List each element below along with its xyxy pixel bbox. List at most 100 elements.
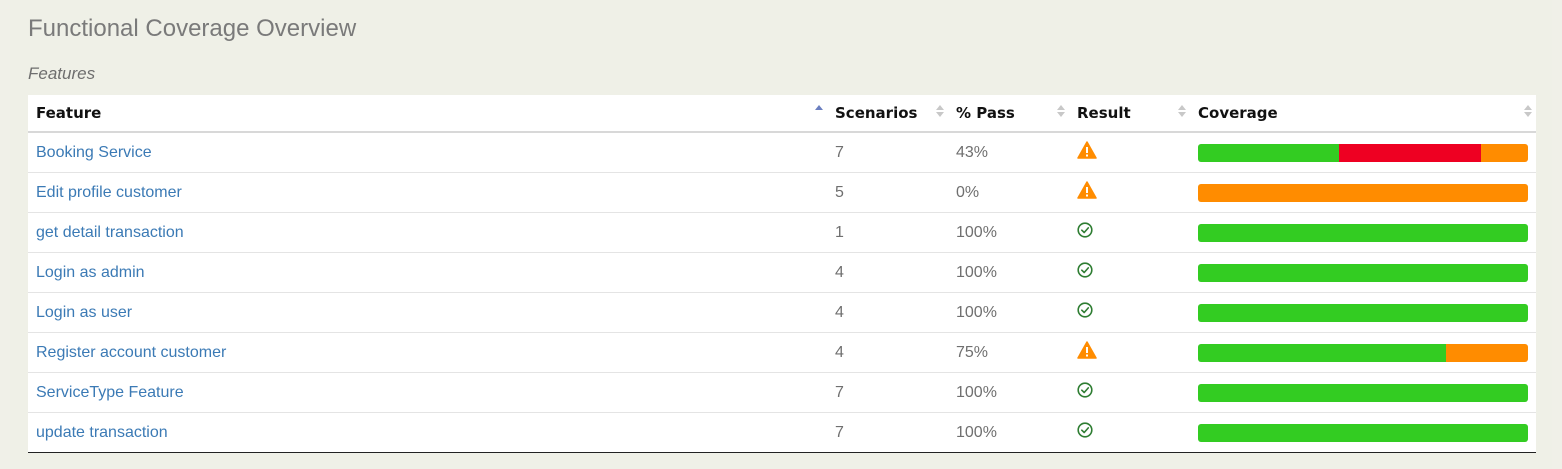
table-body: Booking Service 7 43% Edit profile customer… (28, 132, 1536, 452)
feature-link[interactable]: Login as admin (36, 264, 145, 281)
coverage-cell (1190, 212, 1536, 253)
check-circle-icon (1077, 222, 1093, 238)
feature-link[interactable]: Login as user (36, 304, 132, 321)
pass-percent-cell: 100% (948, 372, 1069, 413)
column-header-feature[interactable]: Feature (28, 95, 827, 133)
coverage-passed-segment (1198, 223, 1528, 242)
feature-cell: ServiceType Feature (28, 372, 827, 413)
feature-link[interactable]: update transaction (36, 424, 168, 441)
table-row: get detail transaction 1 100% (28, 212, 1536, 253)
scenarios-cell: 4 (827, 252, 948, 293)
feature-cell: Login as user (28, 292, 827, 333)
table-header-row: Feature Scenarios % Pass Result Coverage (28, 95, 1536, 133)
warning-icon (1077, 181, 1097, 199)
coverage-passed-segment (1198, 303, 1528, 322)
pass-percent-cell: 100% (948, 412, 1069, 452)
sort-icon[interactable] (1057, 105, 1065, 121)
coverage-pending-segment (1480, 143, 1528, 162)
coverage-cell (1190, 412, 1536, 452)
coverage-pending-segment (1445, 343, 1528, 362)
feature-link[interactable]: get detail transaction (36, 224, 184, 241)
feature-cell: Login as admin (28, 252, 827, 293)
table-row: Register account customer 4 75% (28, 332, 1536, 373)
coverage-bar (1198, 143, 1528, 162)
coverage-bar (1198, 383, 1528, 402)
coverage-cell (1190, 292, 1536, 333)
coverage-bar (1198, 223, 1528, 242)
table-row: update transaction 7 100% (28, 412, 1536, 452)
result-cell (1069, 412, 1190, 452)
coverage-bar (1198, 183, 1528, 202)
column-header-label: Scenarios (835, 104, 918, 122)
check-circle-icon (1077, 302, 1093, 318)
coverage-pending-segment (1198, 183, 1528, 202)
coverage-bar (1198, 303, 1528, 322)
pass-percent-cell: 75% (948, 332, 1069, 373)
pass-percent-cell: 43% (956, 143, 989, 161)
table-row: Login as admin 4 100% (28, 252, 1536, 293)
coverage-passed-segment (1198, 263, 1528, 282)
feature-link[interactable]: Register account customer (36, 344, 226, 361)
warning-icon (1077, 141, 1097, 159)
scenarios-cell: 1 (827, 212, 948, 253)
coverage-bar (1198, 263, 1528, 282)
coverage-cell (1190, 332, 1536, 373)
sort-ascending-icon[interactable] (815, 105, 823, 121)
check-circle-icon (1077, 262, 1093, 278)
table-row: Edit profile customer 5 0% (28, 172, 1536, 213)
scenarios-cell: 4 (827, 332, 948, 373)
feature-link[interactable]: Booking Service (36, 144, 152, 161)
coverage-passed-segment (1198, 383, 1528, 402)
coverage-failed-segment (1339, 143, 1481, 162)
column-header-result[interactable]: Result (1069, 95, 1190, 133)
section-title: Features (28, 64, 96, 83)
result-cell (1069, 172, 1190, 213)
feature-link[interactable]: ServiceType Feature (36, 384, 184, 401)
result-cell (1069, 292, 1190, 333)
coverage-bar (1198, 423, 1528, 442)
coverage-cell (1190, 252, 1536, 293)
coverage-passed-segment (1198, 343, 1446, 362)
pass-percent-cell: 100% (948, 212, 1069, 253)
result-cell (1069, 132, 1190, 173)
scenarios-cell: 7 (835, 143, 844, 161)
check-circle-icon (1077, 422, 1093, 438)
table-row: Login as user 4 100% (28, 292, 1536, 333)
page-title: Functional Coverage Overview (28, 15, 357, 42)
coverage-cell (1190, 132, 1536, 173)
coverage-passed-segment (1198, 143, 1340, 162)
coverage-bar (1198, 343, 1528, 362)
result-cell (1069, 372, 1190, 413)
coverage-cell (1190, 372, 1536, 413)
feature-cell: Edit profile customer (28, 172, 827, 213)
coverage-cell (1190, 172, 1536, 213)
column-header-pass[interactable]: % Pass (948, 95, 1069, 133)
column-header-label: Coverage (1198, 104, 1278, 122)
feature-cell: get detail transaction (28, 212, 827, 253)
check-circle-icon (1077, 382, 1093, 398)
coverage-passed-segment (1198, 423, 1528, 442)
sort-icon[interactable] (1524, 105, 1532, 121)
warning-icon (1077, 341, 1097, 359)
column-header-label: Result (1077, 104, 1131, 122)
sort-icon[interactable] (1178, 105, 1186, 121)
feature-cell: Booking Service (28, 132, 827, 173)
column-header-label: Feature (36, 104, 102, 122)
column-header-scenarios[interactable]: Scenarios (827, 95, 948, 133)
result-cell (1069, 212, 1190, 253)
result-cell (1069, 252, 1190, 293)
scenarios-cell: 4 (827, 292, 948, 333)
feature-cell: Register account customer (28, 332, 827, 373)
result-cell (1069, 332, 1190, 373)
table-row: ServiceType Feature 7 100% (28, 372, 1536, 413)
sort-icon[interactable] (936, 105, 944, 121)
features-table: Feature Scenarios % Pass Result Coverage (28, 95, 1536, 453)
column-header-label: % Pass (956, 104, 1015, 122)
pass-percent-cell: 0% (948, 172, 1069, 213)
feature-link[interactable]: Edit profile customer (36, 184, 182, 201)
table-row: Booking Service 7 43% (28, 132, 1536, 173)
scenarios-cell: 7 (827, 412, 948, 452)
scenarios-cell: 5 (827, 172, 948, 213)
pass-percent-cell: 100% (948, 292, 1069, 333)
column-header-coverage[interactable]: Coverage (1190, 95, 1536, 133)
